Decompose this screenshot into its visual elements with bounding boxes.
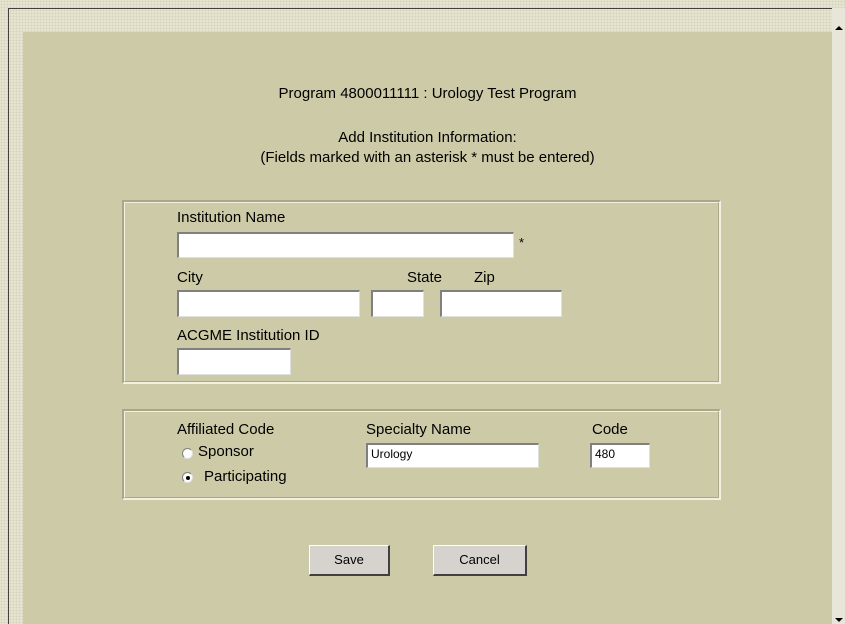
- cancel-button[interactable]: Cancel: [433, 545, 527, 576]
- program-title: Program 4800011111 : Urology Test Progra…: [278, 85, 577, 102]
- save-button[interactable]: Save: [309, 545, 390, 576]
- form-subtitle: Add Institution Information:: [338, 129, 517, 146]
- state-input[interactable]: [371, 290, 424, 317]
- participating-radio[interactable]: [182, 472, 193, 483]
- scroll-up-arrow-icon[interactable]: [835, 26, 843, 30]
- city-input[interactable]: [177, 290, 360, 317]
- code-label: Code: [592, 421, 628, 438]
- affiliated-code-label: Affiliated Code: [177, 421, 275, 438]
- code-input[interactable]: 480: [590, 443, 650, 468]
- acgme-id-input[interactable]: [177, 348, 291, 375]
- required-note: (Fields marked with an asterisk * must b…: [260, 149, 595, 166]
- zip-label: Zip: [474, 269, 495, 286]
- sponsor-label: Sponsor: [198, 443, 254, 460]
- participating-label: Participating: [204, 468, 287, 485]
- zip-input[interactable]: [440, 290, 562, 317]
- vertical-scrollbar[interactable]: [832, 8, 845, 624]
- specialty-name-label: Specialty Name: [366, 421, 472, 438]
- form-panel: Program 4800011111 : Urology Test Progra…: [23, 32, 832, 624]
- specialty-name-input[interactable]: Urology: [366, 443, 539, 468]
- acgme-id-label: ACGME Institution ID: [177, 327, 320, 344]
- required-asterisk: *: [519, 235, 525, 250]
- scroll-down-arrow-icon[interactable]: [835, 618, 843, 622]
- institution-name-label: Institution Name: [177, 209, 286, 226]
- state-label: State: [407, 269, 443, 286]
- institution-name-input[interactable]: [177, 232, 514, 258]
- city-label: City: [177, 269, 203, 286]
- sponsor-radio[interactable]: [182, 448, 193, 459]
